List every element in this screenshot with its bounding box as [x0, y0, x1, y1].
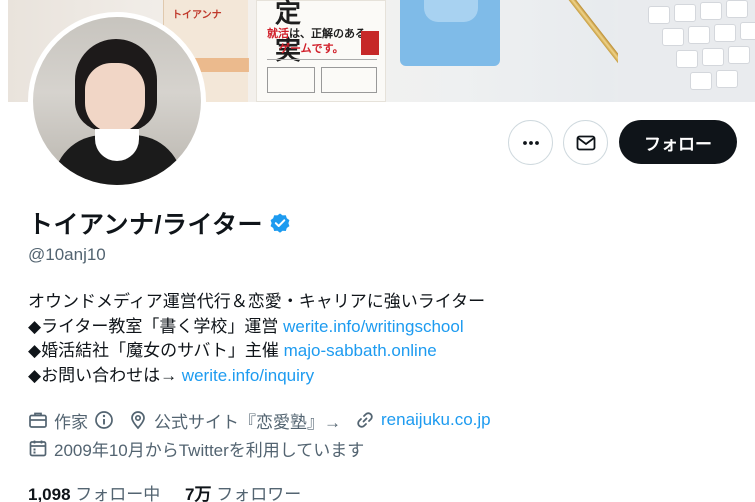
banner-book-line1: 就活は、正解のある	[267, 25, 366, 41]
verified-badge-icon[interactable]	[269, 212, 291, 234]
keyboard-key	[726, 0, 748, 18]
location-pin-icon	[128, 410, 148, 430]
profile-meta: 作家 公式サイト『恋愛塾』→ renaijuku.co.jp 2009年10月か…	[28, 408, 505, 460]
meta-joined: 2009年10月からTwitterを利用しています	[28, 436, 364, 461]
link-icon	[355, 410, 375, 430]
keyboard-key	[714, 24, 736, 42]
profile-bio: オウンドメディア運営代行＆恋愛・キャリアに強いライター ◆ライター教室「書く学校…	[28, 290, 485, 388]
meta-row: 2009年10月からTwitterを利用しています	[28, 436, 505, 460]
calendar-icon	[28, 438, 48, 458]
banner-book-seal	[361, 31, 379, 55]
bio-text: ◆婚活結社「魔女のサバト」主催	[28, 341, 284, 360]
bio-link-writingschool[interactable]: werite.info/writingschool	[283, 317, 463, 336]
banner-case-flap	[424, 0, 478, 22]
banner-blue-case	[400, 0, 500, 66]
banner-book-box	[321, 67, 377, 93]
keyboard-key	[702, 48, 724, 66]
meta-joined-label: 2009年10月からTwitterを利用しています	[54, 440, 365, 460]
message-button[interactable]	[563, 120, 608, 165]
following-label: フォロー中	[75, 485, 161, 502]
keyboard-key	[716, 70, 738, 88]
banner-book-label: トイアンナ	[172, 10, 222, 21]
followers-count-link[interactable]: 7万 フォロワー	[185, 485, 301, 502]
banner-keyboard	[618, 0, 755, 102]
following-count-link[interactable]: 1,098 フォロー中	[28, 485, 160, 502]
bio-link-majo-sabbath[interactable]: majo-sabbath.online	[284, 341, 437, 360]
banner-book-box	[267, 67, 315, 93]
meta-website: renaijuku.co.jp	[355, 410, 491, 430]
envelope-icon	[576, 135, 595, 150]
keyboard-key	[674, 4, 696, 22]
meta-category: 作家	[28, 408, 114, 433]
bio-line: ◆お問い合わせは→ werite.info/inquiry	[28, 364, 485, 389]
banner-book-rule	[267, 59, 377, 60]
followers-count: 7万	[185, 485, 212, 502]
follow-button[interactable]: フォロー	[619, 120, 737, 164]
keyboard-key	[662, 28, 684, 46]
keyboard-key	[648, 6, 670, 24]
keyboard-key	[740, 22, 755, 40]
bio-link-inquiry[interactable]: werite.info/inquiry	[182, 366, 314, 385]
website-link[interactable]: renaijuku.co.jp	[381, 410, 491, 430]
more-options-button[interactable]	[508, 120, 553, 165]
bio-text: ◆ライター教室「書く学校」運営	[28, 316, 284, 336]
banner-book-line1-rest: は、正解のある	[289, 28, 366, 40]
meta-category-label: 作家	[54, 412, 88, 432]
follow-counts: 1,098 フォロー中 7万 フォロワー	[28, 480, 321, 502]
more-icon	[522, 140, 539, 145]
display-name: トイアンナ/ライター	[28, 211, 263, 239]
keyboard-key	[700, 2, 722, 20]
profile-name-row: トイアンナ/ライター	[28, 205, 291, 241]
banner-book-center: 定 実 就活は、正解のある ゲームです。	[256, 0, 386, 102]
followers-label: フォロワー	[216, 485, 302, 502]
bio-text: ◆お問い合わせは→	[28, 365, 182, 385]
meta-row: 作家 公式サイト『恋愛塾』→ renaijuku.co.jp	[28, 408, 505, 432]
banner-book-line2: ゲームです。	[279, 43, 344, 55]
briefcase-icon	[28, 410, 48, 430]
meta-location: 公式サイト『恋愛塾』→	[128, 408, 341, 433]
keyboard-key	[676, 50, 698, 68]
bio-line: ◆ライター教室「書く学校」運営 werite.info/writingschoo…	[28, 315, 485, 340]
avatar[interactable]	[28, 12, 206, 190]
keyboard-key	[690, 72, 712, 90]
following-count: 1,098	[28, 485, 71, 502]
user-handle: @10anj10	[28, 245, 106, 264]
info-icon[interactable]	[94, 410, 114, 430]
avatar-photo	[33, 17, 201, 185]
avatar-face	[85, 63, 145, 133]
bio-line: ◆婚活結社「魔女のサバト」主催 majo-sabbath.online	[28, 339, 485, 364]
banner-book-line1-highlight: 就活	[267, 28, 289, 40]
meta-location-label: 公式サイト『恋愛塾』→	[154, 412, 341, 432]
bio-line: オウンドメディア運営代行＆恋愛・キャリアに強いライター	[28, 292, 486, 311]
keyboard-key	[728, 46, 750, 64]
keyboard-key	[688, 26, 710, 44]
